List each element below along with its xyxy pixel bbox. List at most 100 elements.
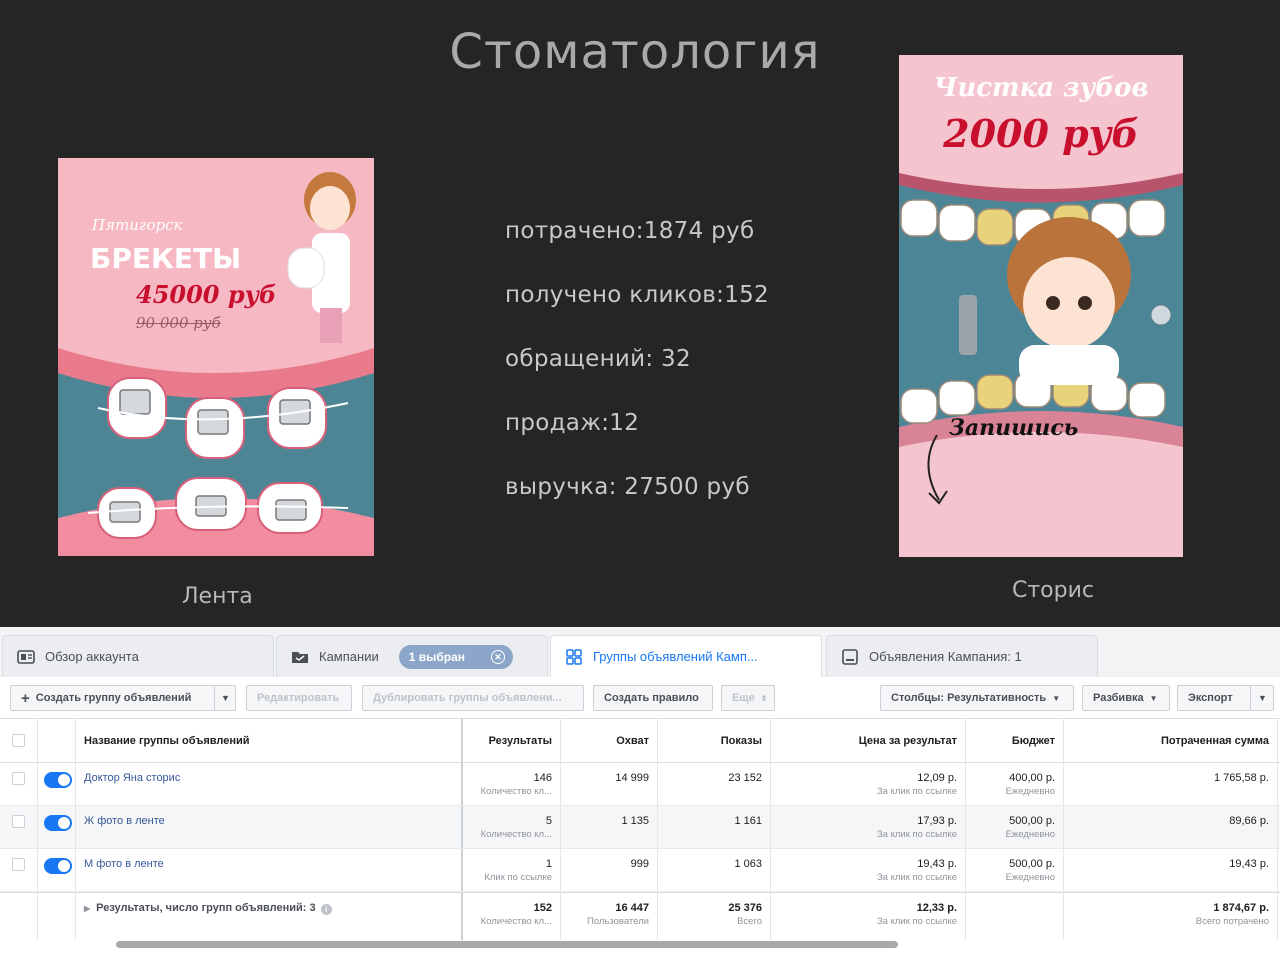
tab-ads[interactable]: Объявления Кампания: 1: [826, 635, 1098, 677]
reach-value: 999: [630, 858, 649, 870]
folder-icon: [292, 651, 308, 663]
export-dropdown-button[interactable]: ▼: [1250, 685, 1274, 711]
table-row[interactable]: Ж фото в ленте 5 Количество кл... 1 135 1…: [0, 806, 1280, 849]
adset-name-link[interactable]: М фото в ленте: [84, 849, 453, 870]
table-header: Название группы объявлений Результаты Ох…: [0, 719, 1280, 763]
table-row[interactable]: Доктор Яна сторис 146 Количество кл... 14…: [0, 763, 1280, 806]
expand-caret-icon[interactable]: ▶: [84, 904, 90, 913]
stat-inquiries: обращений: 32: [505, 346, 691, 372]
selected-badge[interactable]: 1 выбран ✕: [398, 644, 514, 669]
select-all-checkbox[interactable]: [12, 734, 25, 747]
toolbar: + Создать группу объявлений ▼ Редактирова…: [0, 677, 1280, 719]
total-impressions-value: 25 376: [728, 902, 762, 914]
header-impressions[interactable]: Показы: [658, 719, 771, 762]
budget-subtext: Ежедневно: [1005, 872, 1055, 883]
budget-value: 500,00 р.: [1009, 815, 1055, 827]
impressions-value: 23 152: [728, 772, 762, 784]
budget-subtext: Ежедневно: [1005, 786, 1055, 797]
row-checkbox[interactable]: [12, 772, 25, 785]
duplicate-button[interactable]: Дублировать группы объявлени...: [362, 685, 584, 711]
chevron-down-icon: ▼: [1258, 693, 1267, 703]
chevron-down-icon: ▼: [221, 693, 230, 703]
results-value: 146: [533, 772, 552, 784]
clear-selection-icon[interactable]: ✕: [491, 649, 506, 664]
header-spent[interactable]: Потраченная сумма: [1064, 719, 1278, 762]
results-subtext: Количество кл...: [480, 829, 552, 840]
horizontal-scrollbar[interactable]: [116, 941, 898, 948]
cpr-value: 17,93 р.: [917, 815, 957, 827]
info-icon[interactable]: i: [320, 904, 332, 915]
selected-badge-label: 1 выбран: [408, 649, 466, 664]
story-ad-image: Чистка зубов 2000 руб Запишись: [899, 55, 1183, 557]
budget-value: 500,00 р.: [1009, 858, 1055, 870]
story-caption: Сторис: [1012, 578, 1094, 603]
reach-value: 1 135: [621, 815, 649, 827]
tab-campaigns[interactable]: Кампании 1 выбран ✕: [276, 635, 548, 677]
ads-manager-panel: Обзор аккаунта Кампании 1 выбран ✕ Групп…: [0, 627, 1280, 959]
header-name[interactable]: Название группы объявлений: [76, 719, 463, 762]
chevron-down-icon: ▼: [1149, 693, 1158, 703]
adset-toggle[interactable]: [44, 858, 72, 874]
story-ad-cta: Запишись: [949, 415, 1079, 441]
tab-bar: Обзор аккаунта Кампании 1 выбран ✕ Групп…: [0, 627, 1280, 677]
header-cpr[interactable]: Цена за результат: [771, 719, 966, 762]
cpr-subtext: За клик по ссылке: [876, 786, 957, 797]
export-button[interactable]: Экспорт: [1177, 685, 1251, 711]
row-checkbox[interactable]: [12, 815, 25, 828]
adset-toggle[interactable]: [44, 815, 72, 831]
stats-list: потрачено:1874 руб получено кликов:152 о…: [505, 218, 769, 538]
story-ad-headline: Чистка зубов: [933, 73, 1149, 103]
create-adset-button[interactable]: + Создать группу объявлений: [10, 685, 215, 711]
plus-icon: +: [21, 689, 30, 707]
overview-icon: [17, 649, 35, 664]
more-button[interactable]: Еще ⬍: [721, 685, 775, 711]
budget-subtext: Ежедневно: [1005, 829, 1055, 840]
feed-ad-city: Пятигорск: [92, 216, 183, 234]
total-results-subtext: Количество кл...: [480, 916, 552, 927]
columns-button[interactable]: Столбцы: Результативность ▼: [880, 685, 1074, 711]
grid-icon: [566, 648, 582, 665]
tab-adsets-label: Группы объявлений Камп...: [593, 649, 758, 664]
feed-caption: Лента: [182, 584, 253, 609]
feed-ad-old-price: 90 000 руб: [136, 314, 221, 332]
ad-icon: [842, 648, 858, 665]
total-reach-subtext: Пользователи: [586, 916, 649, 927]
story-ad-price: 2000 руб: [943, 111, 1139, 156]
reach-value: 14 999: [615, 772, 649, 784]
stat-spent: потрачено:1874 руб: [505, 218, 755, 244]
adset-name-link[interactable]: Доктор Яна сторис: [84, 763, 453, 784]
header-reach[interactable]: Охват: [561, 719, 658, 762]
tab-account-overview[interactable]: Обзор аккаунта: [2, 635, 274, 677]
spent-value: 19,43 р.: [1229, 858, 1269, 870]
total-cpr-value: 12,33 р.: [916, 902, 957, 914]
cpr-subtext: За клик по ссылке: [876, 872, 957, 883]
results-subtext: Клик по ссылке: [484, 872, 552, 883]
feed-ad-product: БРЕКЕТЫ: [90, 242, 242, 275]
row-checkbox[interactable]: [12, 858, 25, 871]
adset-name-link[interactable]: Ж фото в ленте: [84, 806, 453, 827]
budget-value: 400,00 р.: [1009, 772, 1055, 784]
edit-button[interactable]: Редактировать: [246, 685, 352, 711]
impressions-value: 1 063: [734, 858, 762, 870]
adset-toggle[interactable]: [44, 772, 72, 788]
table-row[interactable]: М фото в ленте 1 Клик по ссылке 999 1 063…: [0, 849, 1280, 892]
tab-adsets[interactable]: Группы объявлений Камп...: [550, 635, 822, 677]
cpr-value: 19,43 р.: [917, 858, 957, 870]
total-results-value: 152: [533, 902, 552, 914]
updown-icon: ⬍: [760, 693, 768, 703]
chevron-down-icon: ▼: [1052, 693, 1061, 703]
cpr-subtext: За клик по ссылке: [876, 829, 957, 840]
breakdown-button[interactable]: Разбивка ▼: [1082, 685, 1170, 711]
total-spent-value: 1 874,67 р.: [1213, 902, 1269, 914]
stat-revenue: выручка: 27500 руб: [505, 474, 750, 500]
tab-ads-label: Объявления Кампания: 1: [869, 649, 1022, 664]
stat-sales: продаж:12: [505, 410, 640, 436]
total-spent-subtext: Всего потрачено: [1195, 916, 1269, 927]
header-budget[interactable]: Бюджет: [966, 719, 1064, 762]
create-dropdown-button[interactable]: ▼: [214, 685, 236, 711]
tab-account-label: Обзор аккаунта: [45, 649, 139, 664]
create-rule-button[interactable]: Создать правило: [593, 685, 713, 711]
header-results[interactable]: Результаты: [463, 719, 561, 762]
total-cpr-subtext: За клик по ссылке: [876, 916, 957, 927]
totals-label: Результаты, число групп объявлений: 3: [96, 902, 316, 914]
